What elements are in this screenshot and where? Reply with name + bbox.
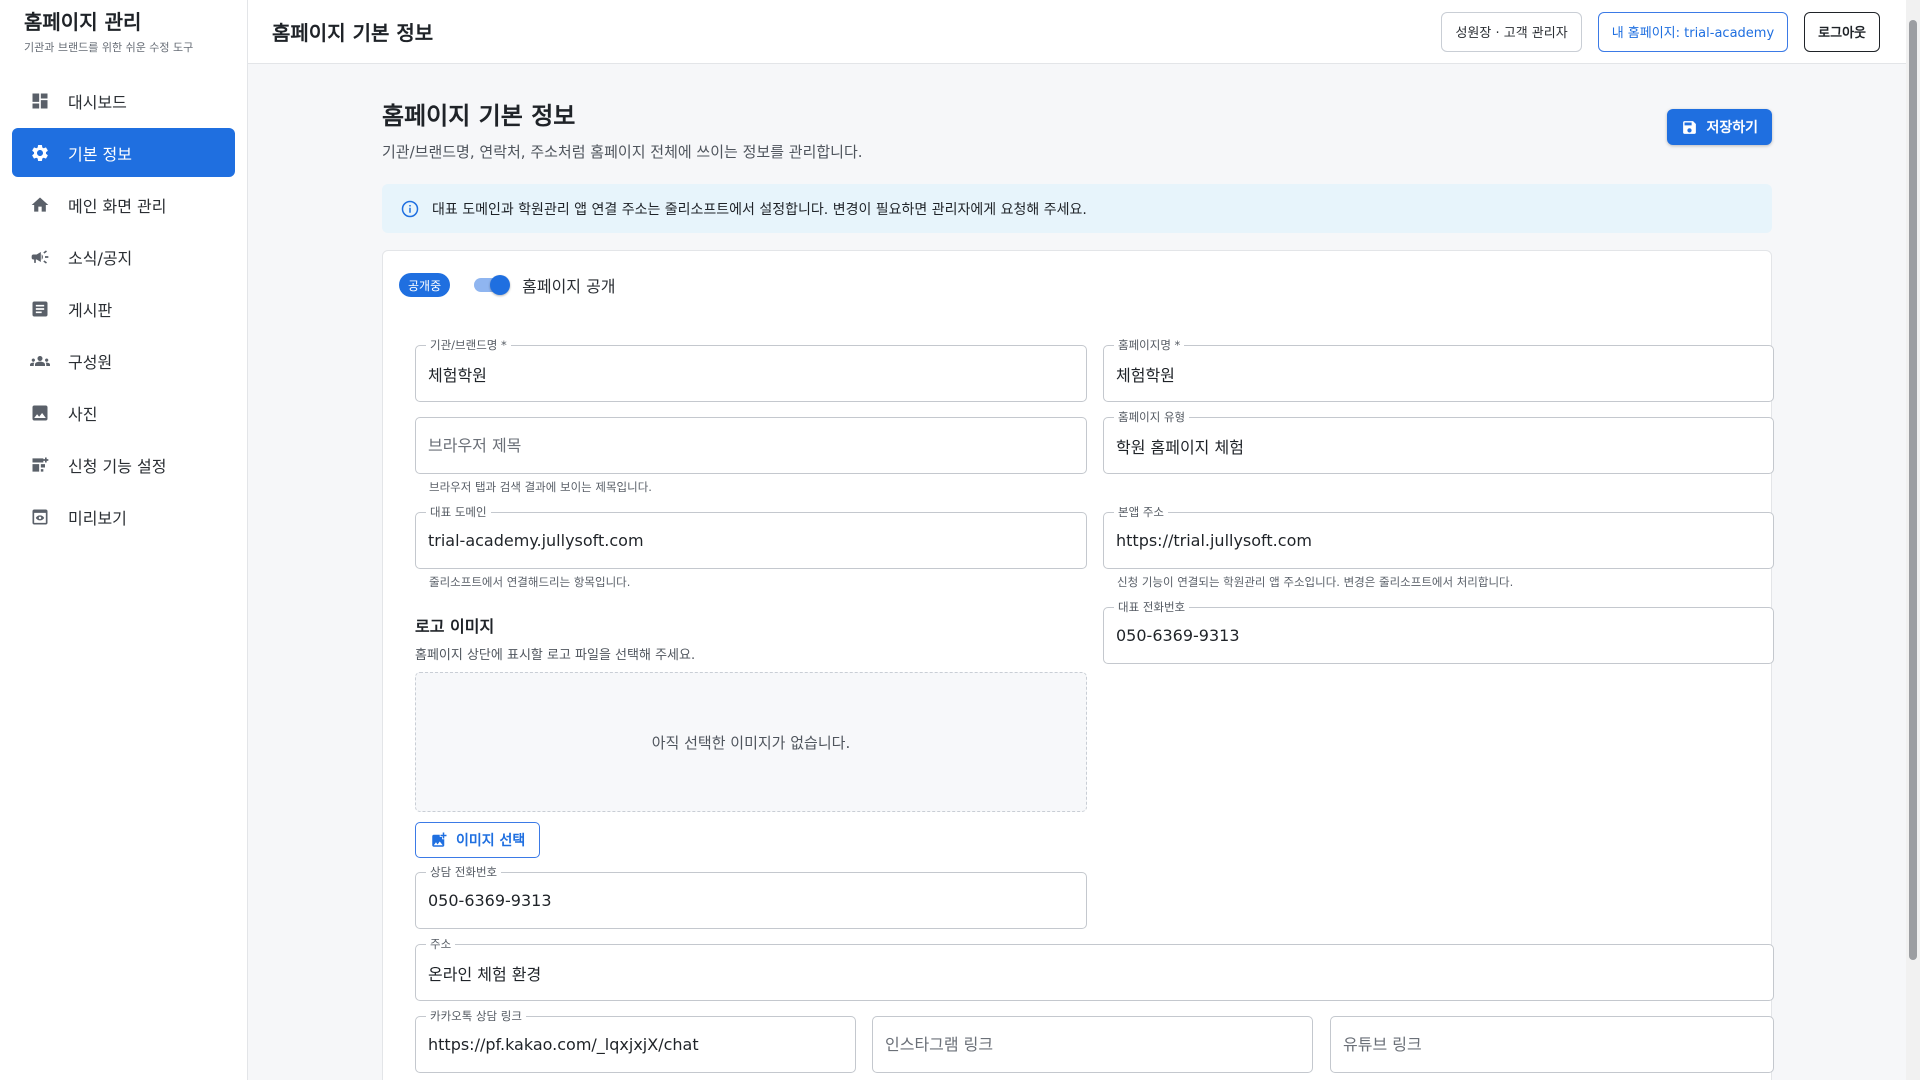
phone-input[interactable] [1116,608,1761,663]
board-icon [30,299,50,319]
sidebar-item-main-screen[interactable]: 메인 화면 관리 [12,180,235,229]
user-role-button[interactable]: 성원장 · 고객 관리자 [1441,11,1582,52]
youtube-link-input[interactable] [1343,1017,1761,1072]
kakao-link-input[interactable] [428,1017,843,1072]
gear-icon [30,143,50,163]
info-alert: 대표 도메인과 학원관리 앱 연결 주소는 줄리소프트에서 설정합니다. 변경이… [382,184,1772,233]
select-image-label: 이미지 선택 [456,833,526,849]
page-description: 기관/브랜드명, 연락처, 주소처럼 홈페이지 전체에 쓰이는 정보를 관리합니… [382,143,863,161]
publish-status-chip: 공개중 [399,273,451,297]
image-icon [30,403,50,423]
toggle-knob [490,275,511,295]
header-actions: 성원장 · 고객 관리자 내 홈페이지: trial-academy 로그아웃 [1441,11,1896,52]
publish-toggle[interactable] [474,275,511,295]
app-title: 홈페이지 관리 [24,10,142,34]
domain-field: 대표 도메인 [415,505,1087,569]
site-name-field: 홈페이지명 * [1103,338,1774,402]
sidebar-item-label: 사진 [68,404,98,424]
address-field: 주소 [415,937,1774,1001]
sidebar-item-members[interactable]: 구성원 [12,336,235,385]
brand-name-field: 기관/브랜드명 * [415,338,1087,402]
logo-section-description: 홈페이지 상단에 표시할 로고 파일을 선택해 주세요. [415,648,696,663]
page-scrollbar[interactable] [1906,0,1920,1080]
brand-name-input[interactable] [428,346,1074,401]
domain-input[interactable] [428,513,1074,568]
home-icon [30,195,50,215]
sidebar-item-photos[interactable]: 사진 [12,388,235,437]
brand: 홈페이지 관리 기관과 브랜드를 위한 쉬운 수정 도구 [0,0,247,64]
save-icon [1683,120,1697,134]
info-text: 대표 도메인과 학원관리 앱 연결 주소는 줄리소프트에서 설정합니다. 변경이… [432,201,1087,218]
sidebar-item-preview[interactable]: 미리보기 [12,492,235,541]
browser-title-field [415,417,1087,474]
logo-dropzone[interactable]: 아직 선택한 이미지가 없습니다. [415,672,1087,812]
sidebar-item-label: 메인 화면 관리 [68,196,167,216]
sidebar-item-label: 미리보기 [68,508,127,528]
sidebar-item-dashboard[interactable]: 대시보드 [12,76,235,125]
page-header: 홈페이지 기본 정보 기관/브랜드명, 연락처, 주소처럼 홈페이지 전체에 쓰… [382,64,1772,172]
my-site-button[interactable]: 내 홈페이지: trial-academy [1597,11,1789,52]
youtube-link-field [1330,1016,1774,1073]
sidebar-nav: 대시보드 기본 정보 메인 화면 관리 소식/공지 게시판 구성원 사진 신청 [0,64,247,556]
app-subtitle: 기관과 브랜드를 위한 쉬운 수정 도구 [24,41,194,54]
logo-section-title: 로고 이미지 [415,617,495,636]
group-icon [30,351,50,371]
logout-button[interactable]: 로그아웃 [1804,11,1880,52]
instagram-link-field [872,1016,1313,1073]
save-button[interactable]: 저장하기 [1667,109,1772,145]
sidebar-item-board[interactable]: 게시판 [12,284,235,333]
sidebar-item-label: 기본 정보 [68,144,132,164]
megaphone-icon [30,247,50,267]
logo-empty-text: 아직 선택한 이미지가 없습니다. [651,733,851,752]
browser-title-helper: 브라우저 탭과 검색 결과에 보이는 제목입니다. [429,480,652,494]
kakao-link-field: 카카오톡 상담 링크 [415,1009,856,1073]
add-photo-icon [432,832,447,847]
site-type-input[interactable] [1116,418,1761,473]
publish-row: 공개중 홈페이지 공개 [399,273,616,297]
publish-toggle-label: 홈페이지 공개 [522,277,616,296]
main-content: 홈페이지 기본 정보 기관/브랜드명, 연락처, 주소처럼 홈페이지 전체에 쓰… [382,64,1774,1080]
select-image-button[interactable]: 이미지 선택 [415,822,541,858]
consult-phone-input[interactable] [428,873,1074,928]
page-title: 홈페이지 기본 정보 [382,102,576,130]
sidebar-item-label: 소식/공지 [68,248,133,268]
scrollbar-thumb[interactable] [1909,20,1917,960]
save-button-label: 저장하기 [1706,119,1758,135]
sidebar: 홈페이지 관리 기관과 브랜드를 위한 쉬운 수정 도구 대시보드 기본 정보 … [0,0,248,1080]
sidebar-item-news[interactable]: 소식/공지 [12,232,235,281]
sidebar-item-label: 게시판 [68,300,113,320]
sidebar-item-label: 구성원 [68,352,113,372]
top-header: 홈페이지 기본 정보 성원장 · 고객 관리자 내 홈페이지: trial-ac… [248,0,1920,64]
info-icon [401,200,419,217]
site-type-field: 홈페이지 유형 [1103,410,1774,474]
site-name-input[interactable] [1116,346,1761,401]
sidebar-item-basic-info[interactable]: 기본 정보 [12,128,235,177]
app-url-input[interactable] [1116,513,1761,568]
sidebar-item-application-settings[interactable]: 신청 기능 설정 [12,440,235,489]
browser-title-input[interactable] [428,418,1074,473]
preview-icon [30,507,50,527]
sidebar-item-label: 대시보드 [68,92,127,112]
instagram-link-input[interactable] [885,1017,1300,1072]
application-icon [30,455,50,475]
sidebar-item-label: 신청 기능 설정 [68,456,167,476]
dashboard-icon [30,91,50,111]
phone-field: 대표 전화번호 [1103,600,1774,664]
address-input[interactable] [428,945,1761,1000]
basic-info-card: 공개중 홈페이지 공개 기관/브랜드명 * 홈페이지명 * 브라우저 탭과 검색… [382,250,1774,1080]
app-url-field: 본앱 주소 [1103,505,1774,569]
domain-helper: 줄리소프트에서 연결해드리는 항목입니다. [429,575,631,589]
header-title: 홈페이지 기본 정보 [272,21,434,45]
app-url-helper: 신청 기능이 연결되는 학원관리 앱 주소입니다. 변경은 줄리소프트에서 처리… [1117,575,1514,589]
consult-phone-field: 상담 전화번호 [415,865,1087,929]
